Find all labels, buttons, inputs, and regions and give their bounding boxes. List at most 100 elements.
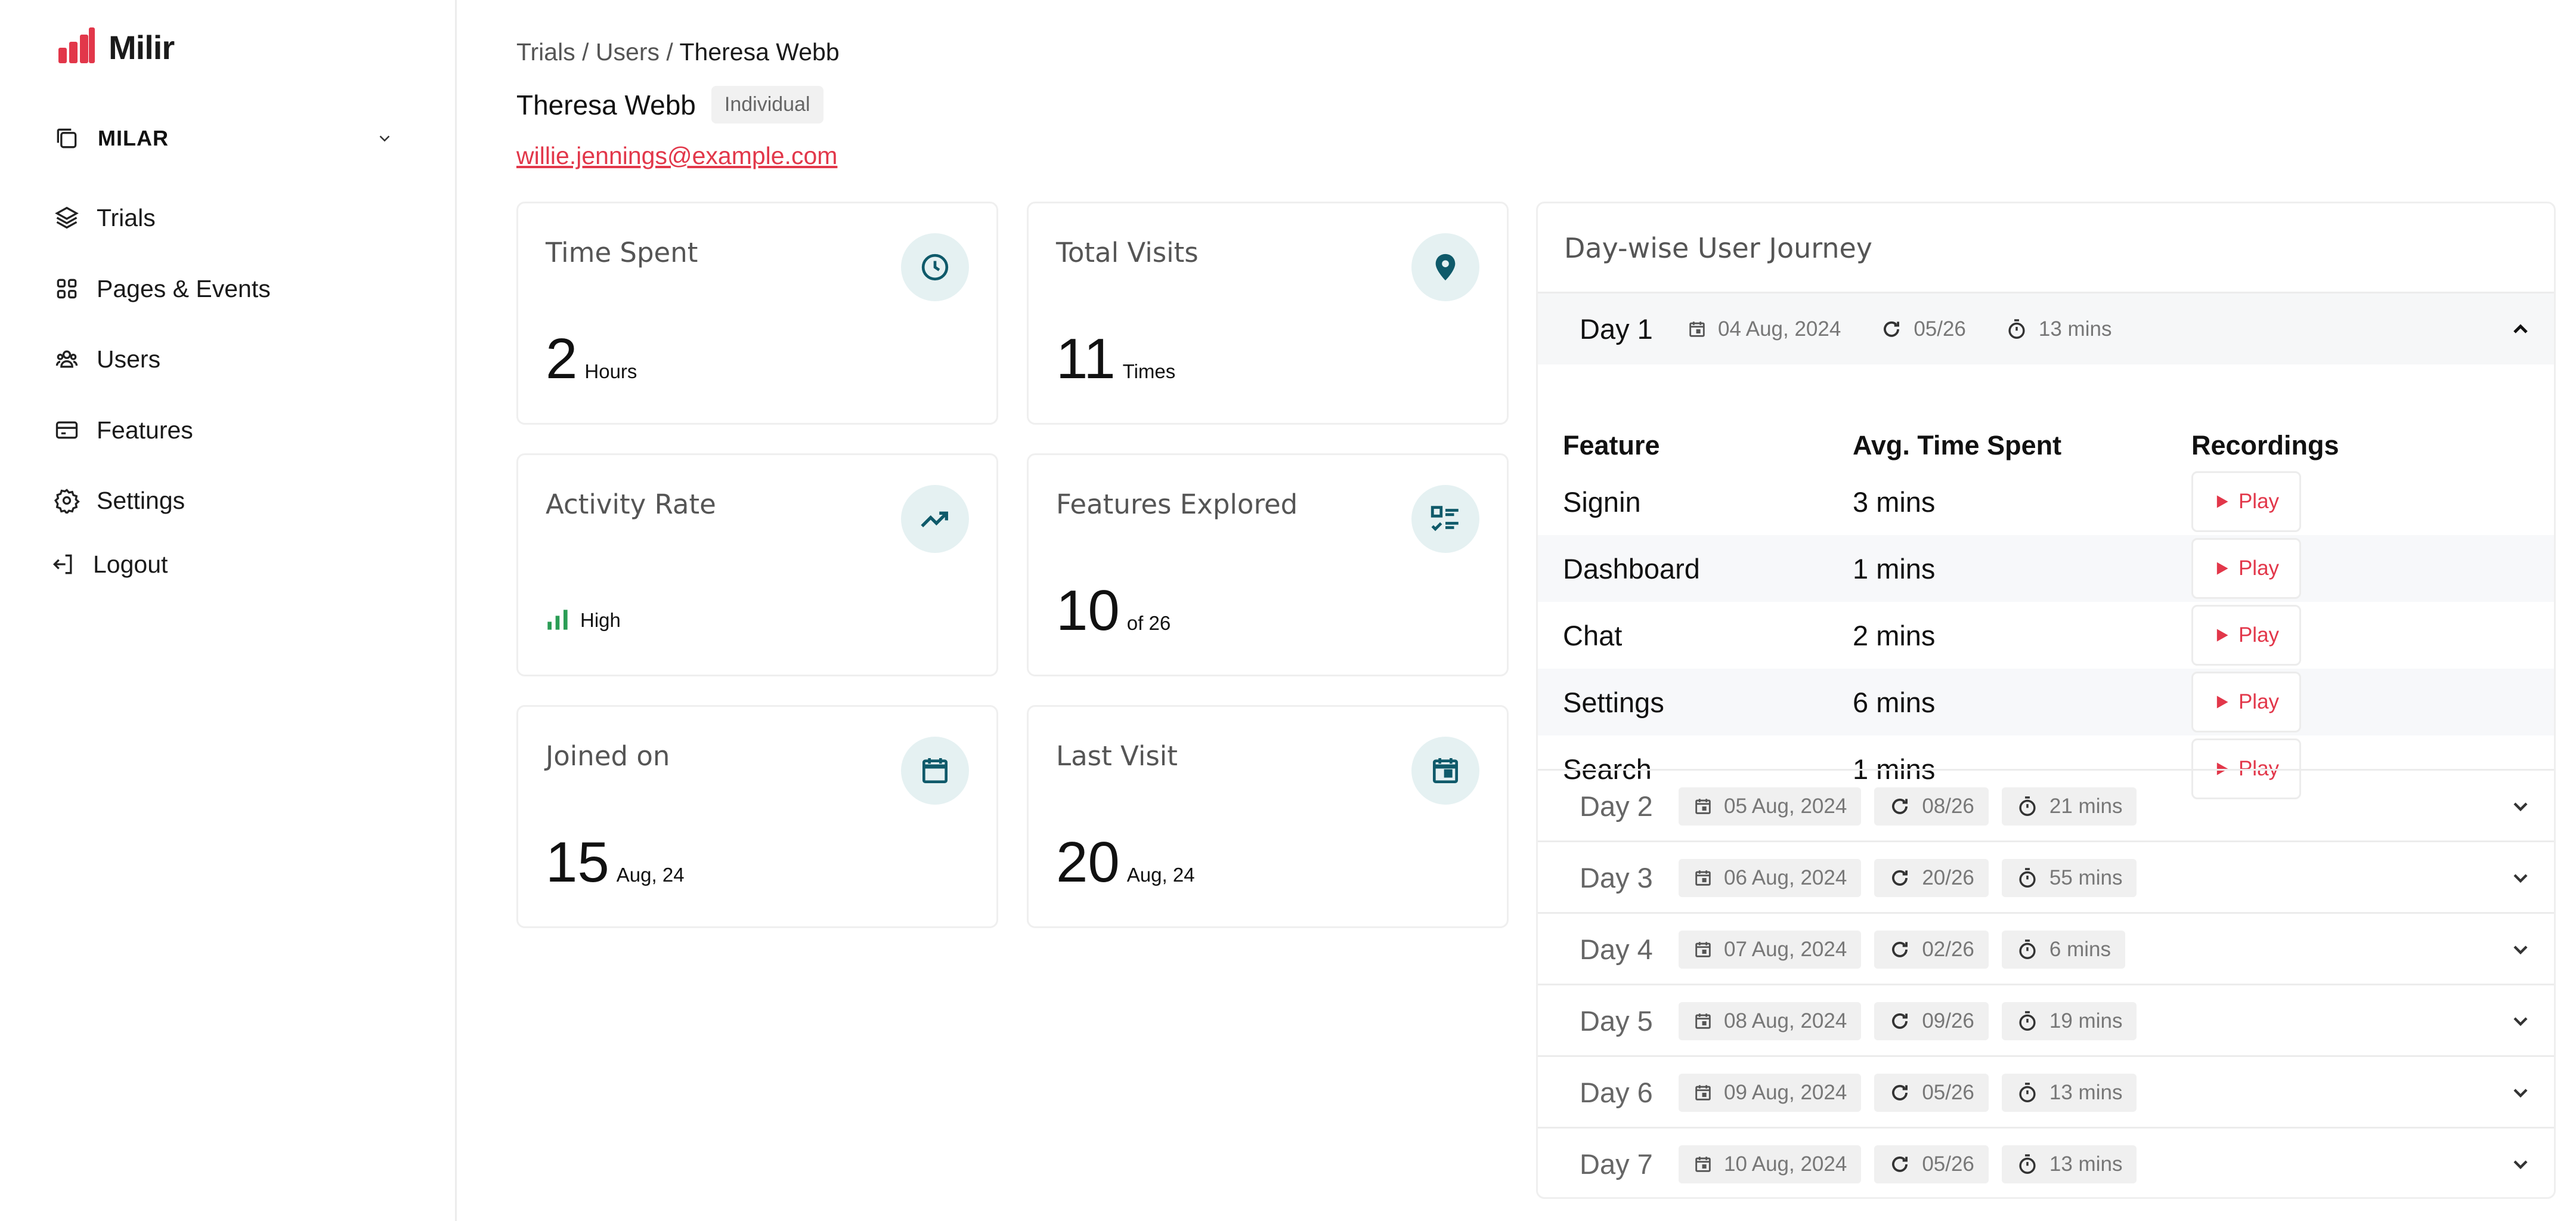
duration-text: 13 mins	[2049, 1080, 2123, 1104]
play-recording-button[interactable]: Play	[2191, 538, 2301, 599]
refresh-icon	[1892, 1013, 1908, 1029]
duration-text: 55 mins	[2049, 865, 2123, 889]
features-text: 08/26	[1922, 794, 1974, 818]
day-row-3[interactable]: Day 3 06 Aug, 2024 20/26 55 mins	[1538, 840, 2554, 913]
sidebar-item-settings[interactable]: Settings	[54, 480, 185, 521]
day-row-2[interactable]: Day 2 05 Aug, 2024 08/26 21 mins	[1538, 769, 2554, 842]
stat-card-time-spent: Time Spent 2 Hours	[516, 202, 998, 425]
day-features: 09/26	[1874, 1001, 1989, 1040]
chevron-down-icon[interactable]	[2509, 1081, 2532, 1105]
chevron-down-icon[interactable]	[2509, 1009, 2532, 1033]
card-title: Features Explored	[1056, 489, 1298, 520]
sidebar-item-pages-events[interactable]: Pages & Events	[54, 268, 271, 310]
sidebar-item-label: Trials	[97, 203, 156, 231]
card-icon	[54, 417, 80, 443]
breadcrumb-separator: /	[666, 38, 673, 66]
sidebar-item-users[interactable]: Users	[54, 338, 160, 380]
day-duration: 13 mins	[2001, 1145, 2137, 1183]
column-header: Feature	[1563, 430, 1660, 460]
user-journey-panel: Day-wise User Journey Day 1 04 Aug, 2024…	[1536, 202, 2556, 1199]
breadcrumb: Trials / Users / Theresa Webb	[516, 38, 840, 66]
layers-icon	[54, 205, 80, 231]
calendar-icon	[1695, 1084, 1711, 1101]
day-duration: 13 mins	[1997, 310, 2120, 348]
sidebar-item-label: Users	[97, 345, 161, 373]
day-row-4[interactable]: Day 4 07 Aug, 2024 02/26 6 mins	[1538, 912, 2554, 985]
day-label: Day 6	[1580, 1077, 1653, 1108]
value-number: 2	[546, 327, 578, 391]
features-text: 02/26	[1922, 937, 1974, 961]
play-label: Play	[2238, 623, 2280, 647]
breadcrumb-trials[interactable]: Trials	[516, 38, 575, 66]
play-recording-button[interactable]: Play	[2191, 672, 2301, 732]
chevron-down-icon[interactable]	[2509, 866, 2532, 890]
logo[interactable]: Milir	[57, 26, 175, 68]
refresh-icon	[1892, 798, 1908, 814]
card-title: Total Visits	[1056, 237, 1199, 268]
calendar-icon	[1695, 798, 1711, 814]
chevron-down-icon[interactable]	[2509, 1152, 2532, 1176]
features-text: 05/26	[1922, 1080, 1974, 1104]
gear-icon	[54, 487, 80, 514]
feature-name: Chat	[1563, 619, 1623, 651]
stopwatch-icon	[2019, 939, 2036, 959]
sidebar-item-trials[interactable]: Trials	[54, 197, 156, 239]
location-pin-icon	[1411, 233, 1479, 301]
clock-icon	[901, 233, 969, 301]
date-text: 06 Aug, 2024	[1724, 865, 1847, 889]
user-email-link[interactable]: willie.jennings@example.com	[516, 142, 837, 170]
day-row-7[interactable]: Day 7 10 Aug, 2024 05/26 13 mins	[1538, 1127, 2554, 1197]
day-date: 05 Aug, 2024	[1679, 787, 1862, 826]
calendar-icon	[1695, 941, 1711, 957]
stopwatch-icon	[2019, 1154, 2036, 1174]
day-duration: 19 mins	[2001, 1001, 2137, 1040]
stopwatch-icon	[2019, 1082, 2036, 1102]
card-value: 15 Aug, 24	[546, 830, 685, 895]
workspace-selector[interactable]: MILAR	[54, 119, 394, 157]
refresh-icon	[1892, 1156, 1908, 1172]
card-value: 11 Times	[1056, 326, 1175, 392]
card-value: 2 Hours	[546, 326, 637, 392]
play-icon	[2216, 562, 2228, 575]
play-label: Play	[2238, 557, 2280, 580]
workspace-name: MILAR	[98, 126, 169, 150]
day-label: Day 4	[1580, 933, 1653, 965]
play-recording-button[interactable]: Play	[2191, 471, 2301, 532]
copy-icon	[57, 128, 77, 149]
breadcrumb-separator: /	[582, 38, 589, 66]
day-features: 02/26	[1874, 930, 1989, 969]
stopwatch-icon	[2008, 319, 2025, 339]
day-label: Day 5	[1580, 1005, 1653, 1037]
day-date: 06 Aug, 2024	[1679, 858, 1862, 897]
chevron-up-icon[interactable]	[2509, 317, 2532, 341]
day-row-1[interactable]: Day 1 04 Aug, 2024 05/26 13 mins	[1538, 292, 2554, 364]
date-text: 04 Aug, 2024	[1718, 317, 1841, 341]
user-type-badge: Individual	[711, 86, 823, 123]
refresh-icon	[1892, 941, 1908, 957]
recording-cell: Play	[2191, 471, 2370, 532]
play-recording-button[interactable]: Play	[2191, 605, 2301, 666]
chevron-down-icon[interactable]	[2509, 938, 2532, 962]
breadcrumb-users[interactable]: Users	[596, 38, 660, 66]
chevron-down-icon[interactable]	[2509, 795, 2532, 818]
logo-bars-icon	[57, 27, 95, 66]
day-features: 05/26	[1874, 1145, 1989, 1183]
table-header: Feature Avg. Time Spent Recordings	[1538, 394, 2554, 468]
feature-name: Settings	[1563, 686, 1664, 718]
trending-up-icon	[901, 485, 969, 553]
brand-name: Milir	[109, 28, 175, 66]
grid-icon	[54, 276, 80, 302]
sidebar-item-features[interactable]: Features	[54, 409, 193, 451]
play-icon	[2216, 495, 2228, 508]
day-row-6[interactable]: Day 6 09 Aug, 2024 05/26 13 mins	[1538, 1055, 2554, 1128]
logout-button[interactable]: Logout	[50, 543, 168, 585]
day-row-5[interactable]: Day 5 08 Aug, 2024 09/26 19 mins	[1538, 984, 2554, 1056]
recording-cell: Play	[2191, 672, 2370, 732]
logout-icon	[50, 551, 76, 577]
day-duration: 13 mins	[2001, 1073, 2137, 1112]
feature-name: Signin	[1563, 486, 1641, 518]
card-value: 10 of 26	[1056, 578, 1171, 644]
day-date: 04 Aug, 2024	[1679, 310, 1849, 348]
day-date: 09 Aug, 2024	[1679, 1073, 1862, 1112]
signal-bars-icon	[547, 610, 568, 630]
